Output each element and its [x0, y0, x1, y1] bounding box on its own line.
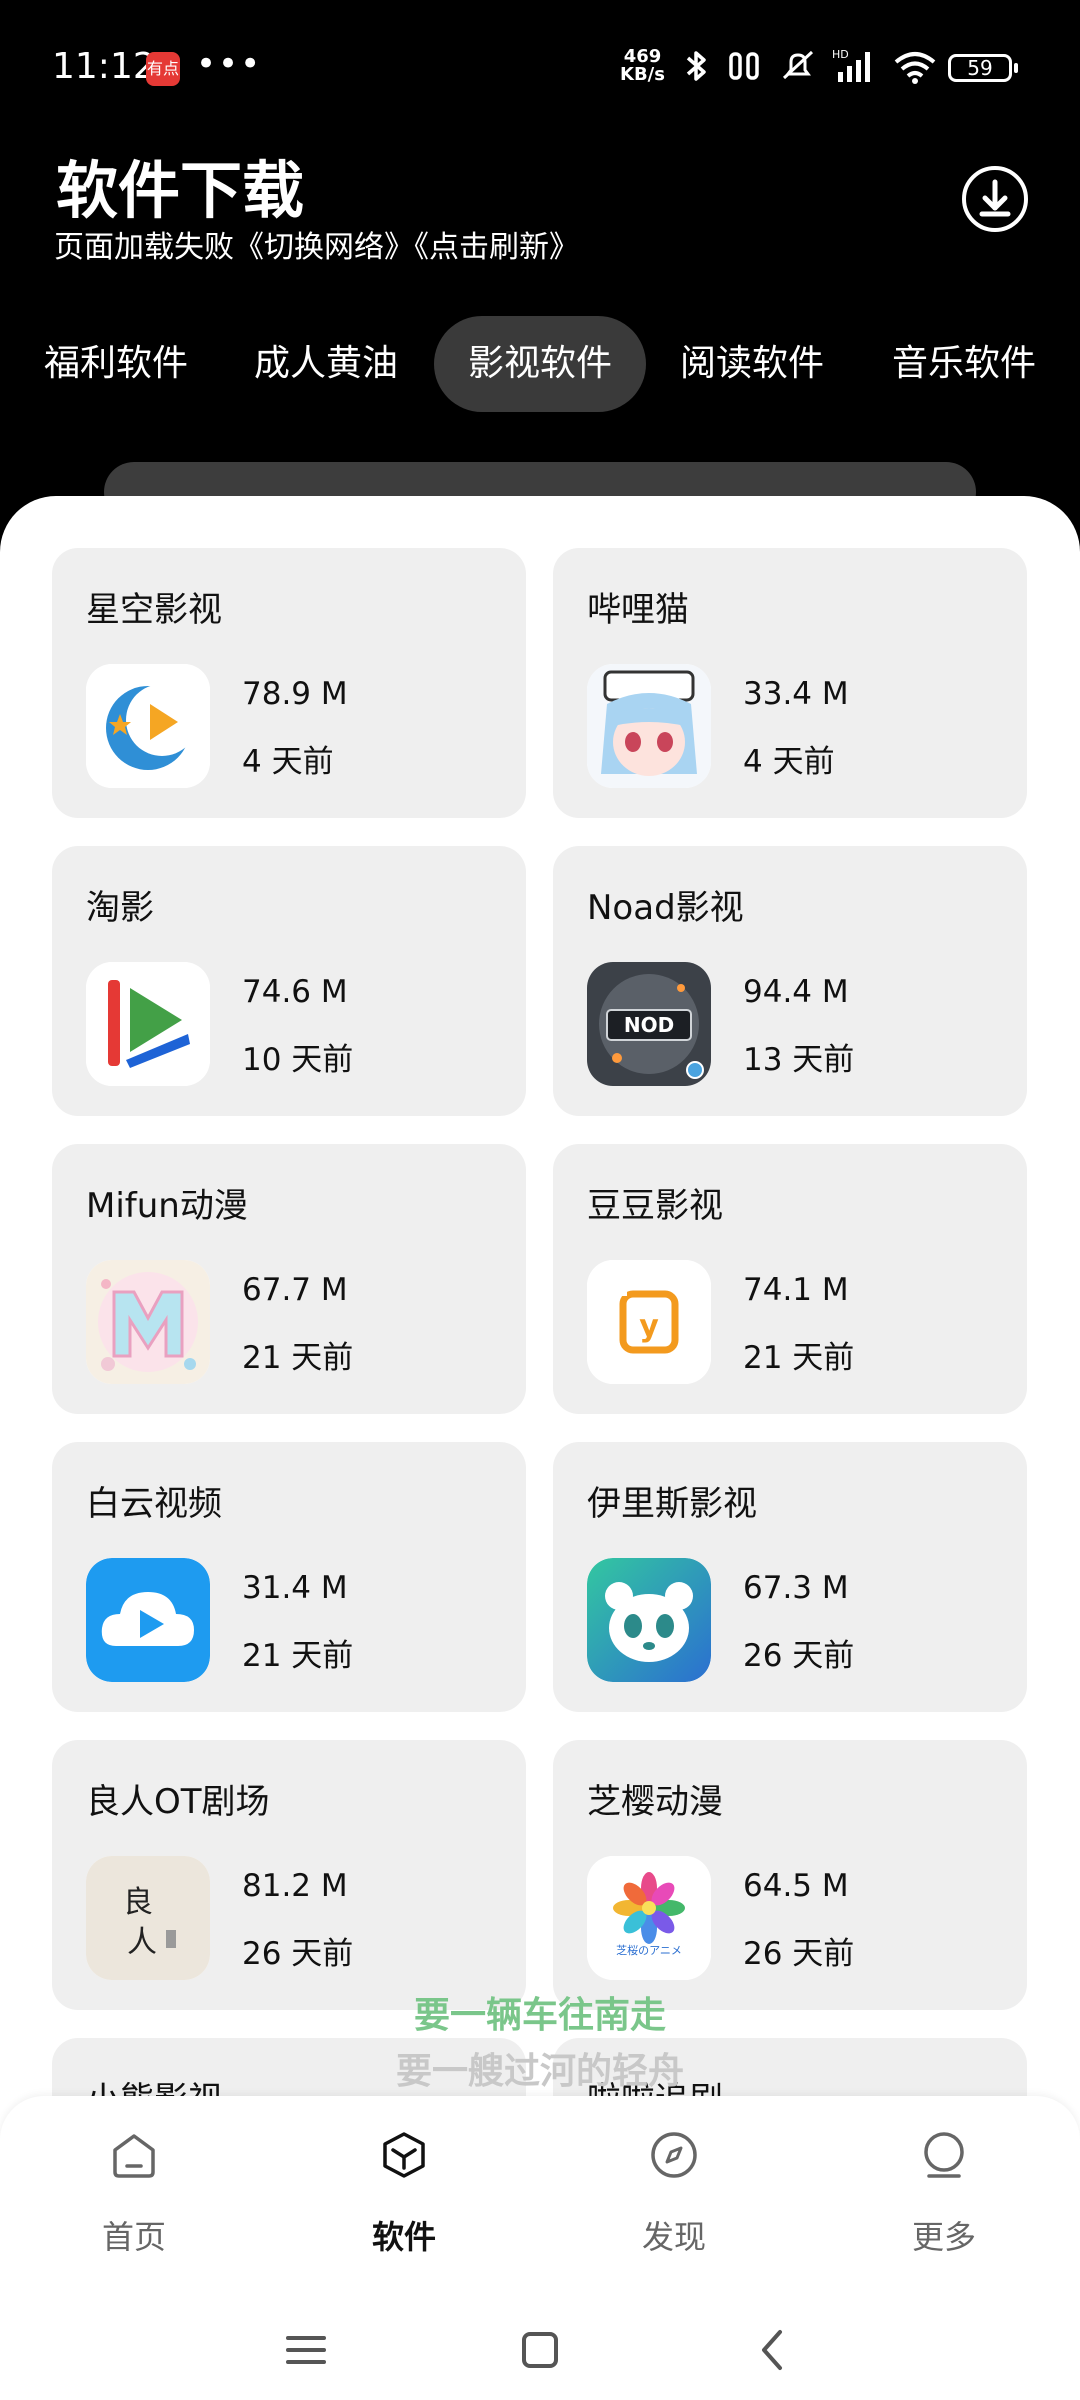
- app-name: 哔哩猫: [587, 590, 689, 630]
- load-error-message[interactable]: 页面加载失败《切换网络》《点击刷新》: [54, 222, 579, 266]
- home-square-icon[interactable]: [510, 2320, 570, 2380]
- nav-label: 软件: [371, 2218, 436, 2256]
- tab-reading-software[interactable]: 阅读软件: [658, 316, 846, 412]
- cube-icon: [383, 2132, 425, 2178]
- svg-text:NOD: NOD: [624, 1013, 674, 1037]
- app-size: 31.4 M: [242, 1570, 348, 1606]
- app-name: 芝樱动漫: [587, 1782, 723, 1822]
- nav-home[interactable]: 首页: [34, 2096, 234, 2296]
- svg-text:人: 人: [127, 1925, 157, 1960]
- app-size: 74.1 M: [743, 1272, 849, 1308]
- app-card[interactable]: 豆豆影视 y 74.1 M 21 天前: [553, 1144, 1027, 1414]
- app-card[interactable]: 哔哩猫 33.4 M 4 天前: [553, 548, 1027, 818]
- nav-discover[interactable]: 发现: [574, 2096, 774, 2296]
- m-letter-icon: [86, 1260, 210, 1384]
- nav-more[interactable]: 更多: [844, 2096, 1044, 2296]
- noad-logo-icon: NOD: [587, 962, 711, 1086]
- more-notifications-icon: •••: [196, 44, 263, 84]
- app-date: 26 天前: [743, 1638, 855, 1674]
- app-name: 淘影: [86, 888, 154, 928]
- doudou-logo-icon: y: [587, 1260, 711, 1384]
- app-size: 94.4 M: [743, 974, 849, 1010]
- app-size: 64.5 M: [743, 1868, 849, 1904]
- svg-text:HD: HD: [832, 48, 849, 61]
- app-card[interactable]: 芝樱动漫 芝桜のアニメ 64.5 M 26 天前: [553, 1740, 1027, 2010]
- panda-icon: [587, 1558, 711, 1682]
- app-card[interactable]: 淘影 74.6 M 10 天前: [52, 846, 526, 1116]
- app-date: 21 天前: [743, 1340, 855, 1376]
- anime-girl-icon: [587, 664, 711, 788]
- app-card[interactable]: Noad影视 NOD 94.4 M 13 天前: [553, 846, 1027, 1116]
- app-name: 白云视频: [86, 1484, 222, 1524]
- category-tabs: 福利软件 成人黄油 影视软件 阅读软件 音乐软件: [0, 316, 1080, 412]
- nav-label: 首页: [101, 2218, 166, 2256]
- tab-welfare-software[interactable]: 福利软件: [22, 316, 210, 412]
- app-name: 豆豆影视: [587, 1186, 723, 1226]
- star-sky-logo-icon: [86, 664, 210, 788]
- compass-icon: [651, 2132, 697, 2178]
- system-navigation-bar: [0, 2296, 1080, 2400]
- flower-icon: 芝桜のアニメ: [587, 1856, 711, 1980]
- calligraphy-icon: 良 人: [86, 1856, 210, 1980]
- nav-label: 更多: [911, 2218, 976, 2256]
- home-icon: [113, 2134, 155, 2178]
- app-date: 21 天前: [242, 1340, 354, 1376]
- app-card[interactable]: 良人OT剧场 良 人 81.2 M 26 天前: [52, 1740, 526, 2010]
- nav-label: 发现: [641, 2218, 706, 2256]
- app-date: 13 天前: [743, 1042, 855, 1078]
- status-bar: 11:12 有点 ••• 469 KB/s HD 59: [0, 0, 1080, 130]
- app-date: 10 天前: [242, 1042, 354, 1078]
- app-name: 伊里斯影视: [587, 1484, 757, 1524]
- app-size: 74.6 M: [242, 974, 348, 1010]
- download-manager-button[interactable]: [962, 166, 1028, 232]
- app-size: 78.9 M: [242, 676, 348, 712]
- play-logo-icon: [86, 962, 210, 1086]
- download-icon: [979, 179, 1011, 217]
- status-time: 11:12: [52, 46, 156, 87]
- app-name: 星空影视: [86, 590, 222, 630]
- app-name: 良人OT剧场: [86, 1782, 270, 1822]
- app-card[interactable]: 白云视频 31.4 M 21 天前: [52, 1442, 526, 1712]
- app-size: 81.2 M: [242, 1868, 348, 1904]
- cloud-play-icon: [86, 1558, 210, 1682]
- nav-software[interactable]: 软件: [304, 2096, 504, 2296]
- tab-music-software[interactable]: 音乐软件: [870, 316, 1058, 412]
- network-speed-unit: KB/s: [620, 64, 665, 85]
- silent-mode-icon: [782, 50, 814, 80]
- battery-icon: 59: [948, 54, 1018, 82]
- menu-icon[interactable]: [276, 2320, 336, 2380]
- app-card[interactable]: Mifun动漫 67.7 M 21 天前: [52, 1144, 526, 1414]
- app-date: 26 天前: [242, 1936, 354, 1972]
- floating-lyric-line: 要一辆车往南走: [413, 1995, 666, 2036]
- app-size: 67.3 M: [743, 1570, 849, 1606]
- svg-text:良: 良: [123, 1885, 153, 1920]
- svg-text:y: y: [639, 1309, 659, 1344]
- app-size: 33.4 M: [743, 676, 849, 712]
- page-title: 软件下载: [56, 154, 305, 227]
- network-speed: 469 KB/s: [620, 48, 665, 84]
- app-card[interactable]: 星空影视 78.9 M 4 天前: [52, 548, 526, 818]
- floating-lyric-line: 要一艘过河的轻舟: [395, 2051, 684, 2092]
- signal-icon: HD: [832, 48, 870, 82]
- svg-text:芝桜のアニメ: 芝桜のアニメ: [616, 1943, 682, 1957]
- app-name: Noad影视: [587, 888, 744, 928]
- app-name: Mifun动漫: [86, 1186, 248, 1226]
- app-date: 4 天前: [743, 744, 835, 780]
- app-date: 26 天前: [743, 1936, 855, 1972]
- bluetooth-icon: [686, 51, 706, 81]
- app-notification-icon: 有点: [146, 52, 180, 86]
- app-card[interactable]: 伊里斯影视 67.3 M 26 天前: [553, 1442, 1027, 1712]
- tab-video-software[interactable]: 影视软件: [434, 316, 646, 412]
- earbuds-icon: [729, 52, 759, 80]
- back-icon[interactable]: [744, 2320, 804, 2380]
- bottom-navigation: 首页 软件 发现 更多: [0, 2096, 1080, 2296]
- app-date: 4 天前: [242, 744, 334, 780]
- app-date: 21 天前: [242, 1638, 354, 1674]
- more-icon: [924, 2132, 964, 2178]
- wifi-icon: [894, 52, 936, 84]
- tab-adult-games[interactable]: 成人黄油: [232, 316, 420, 412]
- app-size: 67.7 M: [242, 1272, 348, 1308]
